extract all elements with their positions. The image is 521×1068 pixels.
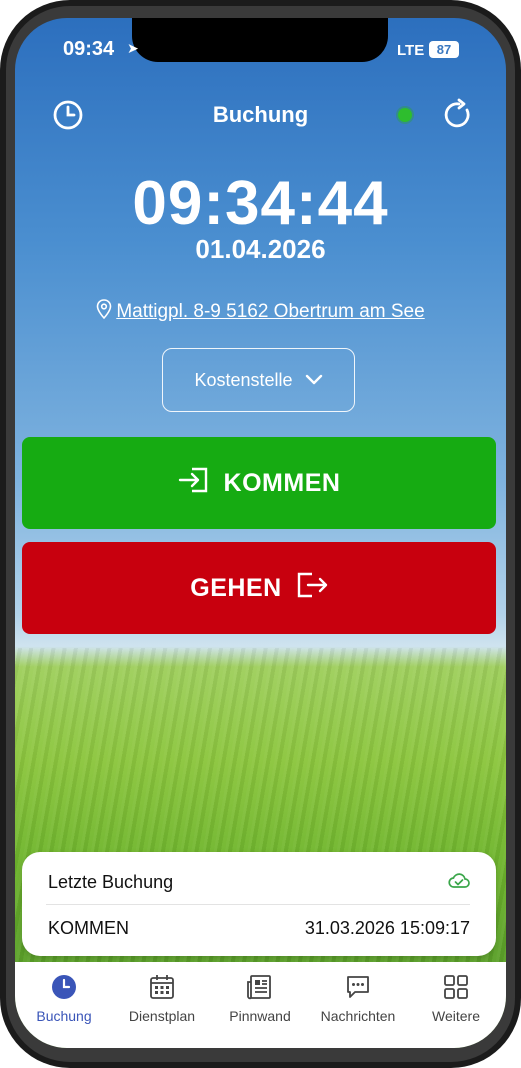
page-title: Buchung xyxy=(212,102,309,127)
tab-label: Buchung xyxy=(36,1008,92,1024)
online-status-indicator xyxy=(398,108,412,122)
tab-label: Weitere xyxy=(432,1008,480,1024)
phone-frame: 09:34 ➤ LTE 87 Buchung 09:34:44 01.04.20… xyxy=(0,0,521,1068)
tab-label: Nachrichten xyxy=(320,1008,396,1024)
kommen-button[interactable]: KOMMEN xyxy=(22,437,496,529)
device-notch xyxy=(132,18,388,62)
network-indicator: LTE xyxy=(397,42,425,59)
last-booking-timestamp: 31.03.2026 15:09:17 xyxy=(304,918,470,938)
chat-icon xyxy=(309,972,407,1002)
tab-pinnwand[interactable]: Pinnwand xyxy=(211,972,309,1024)
cost-center-dropdown[interactable]: Kostenstelle xyxy=(162,348,355,412)
cloud-check-icon xyxy=(448,872,470,893)
kommen-label: KOMMEN xyxy=(223,468,341,497)
app-screen: 09:34 ➤ LTE 87 Buchung 09:34:44 01.04.20… xyxy=(15,18,506,1048)
tab-buchung[interactable]: Buchung xyxy=(15,972,113,1024)
gehen-button[interactable]: GEHEN xyxy=(22,542,496,634)
tab-nachrichten[interactable]: Nachrichten xyxy=(309,972,407,1024)
grid-icon xyxy=(407,972,505,1002)
current-time: 09:34:44 xyxy=(132,169,389,238)
cost-center-label: Kostenstelle xyxy=(194,369,293,390)
location-address: Mattigpl. 8-9 5162 Obertrum am See xyxy=(116,301,425,322)
login-icon xyxy=(178,466,210,501)
card-divider xyxy=(46,904,470,905)
gehen-label: GEHEN xyxy=(190,573,282,602)
tab-label: Dienstplan xyxy=(128,1008,196,1024)
chevron-down-icon xyxy=(305,370,323,391)
logout-icon xyxy=(296,571,328,606)
last-booking-card: Letzte Buchung KOMMEN 31.03.2026 15:09:1… xyxy=(22,852,496,956)
bottom-tab-bar: Buchung Dienstplan Pinnwand Nachrichten xyxy=(15,962,506,1048)
battery-indicator: 87 xyxy=(429,41,459,58)
location-arrow-icon: ➤ xyxy=(127,40,139,56)
last-booking-title: Letzte Buchung xyxy=(48,872,174,892)
location-link[interactable]: Mattigpl. 8-9 5162 Obertrum am See xyxy=(15,299,506,325)
refresh-icon[interactable] xyxy=(442,98,476,132)
tab-label: Pinnwand xyxy=(229,1008,291,1024)
tab-dienstplan[interactable]: Dienstplan xyxy=(113,972,211,1024)
tab-weitere[interactable]: Weitere xyxy=(407,972,505,1024)
calendar-icon xyxy=(113,972,211,1002)
status-time: 09:34 xyxy=(63,38,115,60)
current-date: 01.04.2026 xyxy=(195,234,326,264)
last-booking-type: KOMMEN xyxy=(48,918,129,938)
clock-icon xyxy=(15,972,113,1002)
location-pin-icon xyxy=(96,299,112,325)
newspaper-icon xyxy=(211,972,309,1002)
